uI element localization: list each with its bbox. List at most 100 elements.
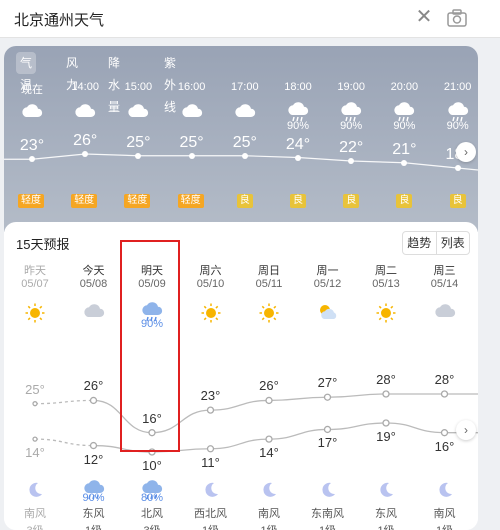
wind-direction: 南风 bbox=[258, 508, 280, 520]
hourly-precip-prob: 90% bbox=[446, 120, 469, 132]
wind-level: 1级 bbox=[186, 522, 236, 530]
wind-direction: 东风 bbox=[375, 508, 397, 520]
day-label: 周三 bbox=[433, 265, 456, 277]
sunny-icon bbox=[244, 302, 294, 324]
search-bar: 北京通州天气 ✕ bbox=[0, 0, 500, 38]
date-label: 05/07 bbox=[21, 278, 49, 290]
hourly-aqi-badge: 良 bbox=[449, 194, 466, 208]
hourly-aqi-badge: 良 bbox=[290, 194, 306, 208]
high-temp: 27° bbox=[317, 375, 338, 391]
hourly-time: 14:00 bbox=[71, 81, 99, 93]
day-precip-prob: 90% bbox=[140, 318, 164, 330]
hourly-forecast: 气温 风力 降水量 紫外线 现在 23° 轻度 14:00 26° 轻度 15:00 25° 轻度 16… bbox=[4, 46, 478, 232]
day-label: 周日 bbox=[258, 265, 280, 277]
hourly-temp-point bbox=[295, 154, 301, 161]
wind-direction: 南风 bbox=[24, 508, 46, 520]
day-label: 周六 bbox=[199, 265, 222, 277]
low-temp: 11° bbox=[201, 454, 220, 470]
wind-level: 1级 bbox=[420, 522, 470, 530]
daily-next-arrow[interactable]: › bbox=[456, 420, 476, 440]
hourly-temp-point bbox=[454, 165, 461, 171]
hourly-aqi-badge: 轻度 bbox=[177, 194, 204, 208]
day-label: 周二 bbox=[375, 265, 397, 277]
wind-level: 3级 bbox=[10, 522, 60, 530]
wind-direction: 西北风 bbox=[194, 508, 227, 520]
hourly-time: 20:00 bbox=[390, 81, 419, 93]
hourly-temp: 24° bbox=[285, 135, 311, 153]
wind-direction: 东风 bbox=[82, 508, 105, 520]
hourly-temp-point bbox=[188, 152, 195, 159]
hourly-aqi-badge: 轻度 bbox=[71, 194, 98, 208]
moon-icon bbox=[244, 480, 294, 502]
date-label: 05/10 bbox=[196, 278, 225, 290]
date-label: 05/09 bbox=[138, 278, 166, 290]
hourly-aqi-badge: 轻度 bbox=[124, 194, 151, 208]
night-precip-prob: 80% bbox=[140, 492, 164, 504]
hourly-next-arrow[interactable]: › bbox=[456, 142, 476, 162]
low-temp: 19° bbox=[376, 429, 396, 444]
hourly-aqi-badge: 良 bbox=[236, 194, 253, 208]
sunny-icon bbox=[186, 302, 236, 324]
hourly-time: 16:00 bbox=[177, 81, 206, 93]
low-temp: 10° bbox=[142, 458, 162, 473]
date-label: 05/12 bbox=[313, 278, 342, 290]
hourly-time: 17:00 bbox=[231, 81, 259, 93]
day-label: 昨天 bbox=[24, 265, 46, 277]
day-label: 明天 bbox=[141, 265, 163, 277]
sunny-icon bbox=[10, 302, 60, 324]
hourly-time: 19:00 bbox=[337, 81, 365, 93]
hourly-aqi-badge: 良 bbox=[396, 194, 413, 208]
wind-level: 1级 bbox=[244, 522, 294, 530]
high-temp: 25° bbox=[25, 381, 45, 397]
moon-icon bbox=[420, 480, 470, 502]
hourly-time: 18:00 bbox=[284, 81, 312, 93]
date-label: 05/14 bbox=[430, 278, 459, 290]
hourly-aqi-badge: 良 bbox=[343, 194, 360, 208]
hourly-time: 15:00 bbox=[124, 81, 153, 93]
hourly-precip-prob: 90% bbox=[340, 120, 363, 132]
wind-direction: 北风 bbox=[141, 508, 163, 520]
high-temp: 28° bbox=[376, 372, 396, 387]
hourly-precip-prob: 90% bbox=[393, 120, 416, 132]
hourly-aqi-badge: 轻度 bbox=[18, 194, 44, 208]
low-temp: 17° bbox=[317, 435, 338, 451]
date-label: 05/11 bbox=[255, 278, 283, 290]
moon-icon bbox=[303, 480, 353, 502]
moon-icon bbox=[186, 480, 236, 502]
camera-icon[interactable] bbox=[446, 8, 468, 28]
moon-icon bbox=[10, 480, 60, 502]
hourly-temp: 25° bbox=[179, 133, 204, 151]
date-label: 05/13 bbox=[372, 278, 400, 290]
wind-direction: 南风 bbox=[433, 508, 456, 520]
clear-icon[interactable]: ✕ bbox=[413, 6, 435, 28]
hourly-time: 现在 bbox=[21, 84, 43, 96]
high-temp: 16° bbox=[142, 410, 162, 426]
night-precip-prob: 90% bbox=[82, 492, 105, 504]
wind-level: 1级 bbox=[361, 522, 411, 530]
hourly-temp: 21° bbox=[392, 140, 417, 158]
hourly-temp: 25° bbox=[126, 133, 151, 151]
cloudy-icon bbox=[219, 102, 271, 122]
day-label: 周一 bbox=[316, 265, 339, 277]
daily-forecast: 15天预报 趋势 列表 昨天05/0725°14°南风3级良今天05/0826°… bbox=[4, 222, 478, 530]
hourly-temp: 23° bbox=[19, 137, 45, 155]
wind-level: 1级 bbox=[69, 522, 119, 530]
partly-cloudy-icon bbox=[303, 302, 353, 324]
high-temp: 28° bbox=[434, 372, 455, 387]
wind-level: 1级 bbox=[303, 522, 353, 530]
wind-level: 3级 bbox=[127, 522, 177, 530]
day-label: 今天 bbox=[82, 265, 105, 277]
low-temp: 12° bbox=[83, 451, 104, 467]
high-temp: 26° bbox=[83, 378, 104, 394]
high-temp: 23° bbox=[200, 388, 221, 404]
rain-icon bbox=[378, 102, 430, 122]
rain-icon bbox=[325, 102, 377, 122]
rain-icon bbox=[432, 102, 478, 122]
hourly-temp: 26° bbox=[73, 132, 98, 149]
sunny-icon bbox=[361, 302, 411, 324]
weather-card: 气温 风力 降水量 紫外线 现在 23° 轻度 14:00 26° 轻度 15:00 25° 轻度 16… bbox=[4, 46, 478, 530]
hourly-temp: 22° bbox=[339, 139, 364, 156]
low-temp: 16° bbox=[434, 438, 455, 454]
search-input[interactable]: 北京通州天气 bbox=[14, 9, 104, 30]
cloudy-icon bbox=[112, 102, 164, 122]
